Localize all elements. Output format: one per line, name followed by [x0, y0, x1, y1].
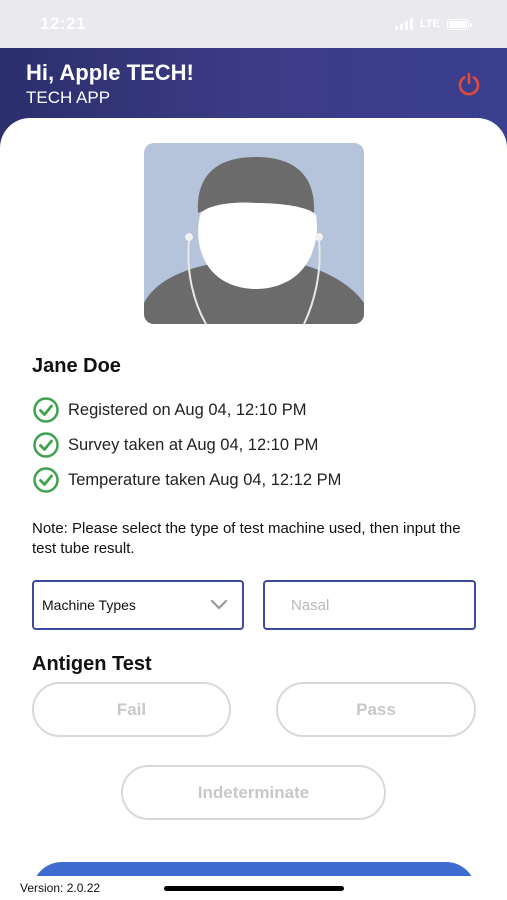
- checklist-item: Registered on Aug 04, 12:10 PM: [32, 396, 307, 424]
- checklist-text: Survey taken at Aug 04, 12:10 PM: [68, 435, 319, 454]
- checklist-item: Temperature taken Aug 04, 12:12 PM: [32, 466, 341, 494]
- status-time: 12:21: [40, 14, 86, 33]
- avatar: [144, 143, 364, 324]
- app-subtitle: TECH APP: [26, 88, 111, 107]
- version-label: Version: 2.0.22: [20, 881, 101, 895]
- sample-type-input-wrapper: [263, 580, 476, 630]
- content-card: Jane Doe Registered on Aug 04, 12:10 PM …: [0, 118, 507, 900]
- power-icon: [458, 72, 480, 96]
- machine-type-select[interactable]: Machine Types: [32, 580, 244, 630]
- person-placeholder-icon: [144, 157, 364, 324]
- network-label: LTE: [420, 18, 440, 30]
- sample-type-input[interactable]: [265, 582, 474, 628]
- app-screen: 12:21 LTE Hi, Apple TECH! TECH APP Jane …: [0, 0, 507, 900]
- greeting-title: Hi, Apple TECH!: [26, 60, 194, 85]
- footer: Version: 2.0.22: [0, 876, 507, 900]
- person-name: Jane Doe: [32, 355, 121, 377]
- checklist-item: Survey taken at Aug 04, 12:10 PM: [32, 431, 318, 459]
- logout-button[interactable]: [455, 70, 483, 98]
- status-bar: 12:21 LTE: [0, 0, 507, 48]
- indeterminate-button[interactable]: Indeterminate: [121, 765, 386, 820]
- battery-icon: [447, 18, 472, 30]
- status-icons: LTE: [395, 18, 472, 30]
- check-circle-icon: [32, 466, 60, 494]
- machine-type-value: Machine Types: [42, 597, 136, 613]
- signal-icon: [395, 18, 414, 30]
- home-indicator[interactable]: [164, 886, 344, 891]
- checklist-text: Temperature taken Aug 04, 12:12 PM: [68, 470, 342, 489]
- pass-button[interactable]: Pass: [276, 682, 476, 737]
- chevron-down-icon: [210, 599, 228, 610]
- check-circle-icon: [32, 396, 60, 424]
- antigen-test-title: Antigen Test: [32, 653, 152, 675]
- checklist-text: Registered on Aug 04, 12:10 PM: [68, 400, 307, 419]
- check-circle-icon: [32, 431, 60, 459]
- fail-button[interactable]: Fail: [32, 682, 231, 737]
- instruction-note: Note: Please select the type of test mac…: [32, 520, 461, 557]
